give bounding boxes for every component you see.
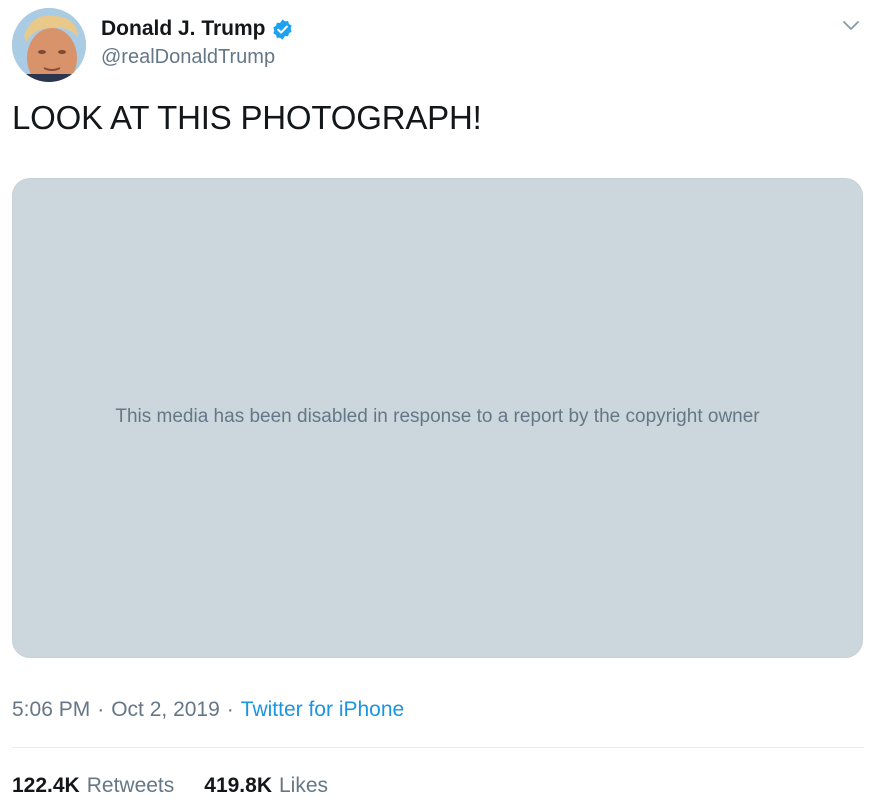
retweets-stat[interactable]: 122.4K Retweets xyxy=(12,774,174,798)
meta-separator: · xyxy=(97,698,105,721)
tweet-time[interactable]: 5:06 PM xyxy=(12,698,90,722)
likes-count: 419.8K xyxy=(204,774,272,797)
avatar[interactable] xyxy=(12,8,86,82)
media-disabled-message: This media has been disabled in response… xyxy=(115,406,760,427)
tweet-text: LOOK AT THIS PHOTOGRAPH! xyxy=(12,99,482,136)
tweet-meta: 5:06 PM · Oct 2, 2019 · Twitter for iPho… xyxy=(12,698,404,722)
tweet-date[interactable]: Oct 2, 2019 xyxy=(111,698,220,722)
tweet-header: Donald J. Trump @realDonaldTrump xyxy=(12,8,864,82)
avatar-image xyxy=(12,8,86,82)
display-name[interactable]: Donald J. Trump xyxy=(101,17,266,41)
name-row: Donald J. Trump xyxy=(101,14,294,44)
retweets-label: Retweets xyxy=(86,774,175,797)
retweets-count: 122.4K xyxy=(12,774,80,797)
media-placeholder: This media has been disabled in response… xyxy=(12,178,863,658)
divider xyxy=(12,747,864,748)
verified-badge-icon xyxy=(271,18,294,41)
likes-label: Likes xyxy=(278,774,329,797)
user-info: Donald J. Trump @realDonaldTrump xyxy=(101,14,294,69)
chevron-down-icon[interactable] xyxy=(840,14,862,36)
user-handle[interactable]: @realDonaldTrump xyxy=(101,46,294,69)
likes-stat[interactable]: 419.8K Likes xyxy=(204,774,328,798)
tweet-source-link[interactable]: Twitter for iPhone xyxy=(241,698,404,722)
meta-separator: · xyxy=(226,698,234,721)
tweet-stats: 122.4K Retweets 419.8K Likes xyxy=(12,774,328,798)
